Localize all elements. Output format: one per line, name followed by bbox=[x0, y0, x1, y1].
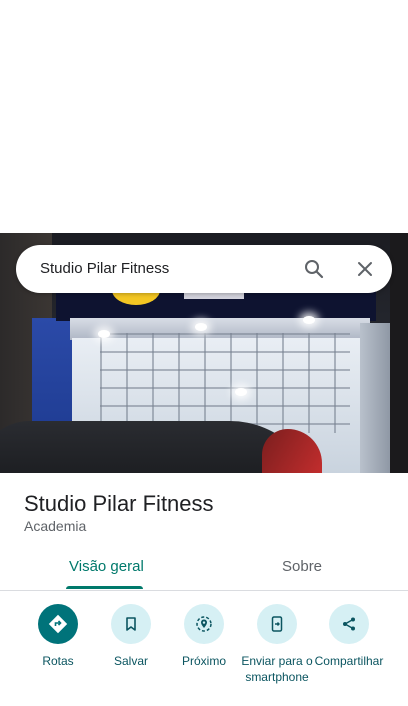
map-blank-area bbox=[0, 0, 408, 233]
tab-about[interactable]: Sobre bbox=[282, 558, 322, 575]
nearby-button[interactable]: Próximo bbox=[168, 604, 240, 669]
directions-label: Rotas bbox=[42, 654, 74, 668]
close-icon[interactable] bbox=[353, 257, 377, 281]
directions-button[interactable]: Rotas bbox=[22, 604, 94, 669]
photo-edge bbox=[390, 233, 408, 473]
photo-light bbox=[195, 323, 207, 331]
place-tabs: Visão geral Sobre bbox=[0, 545, 408, 591]
share-label: Compartilhar bbox=[314, 654, 384, 668]
nearby-icon bbox=[184, 604, 224, 644]
share-icon bbox=[329, 604, 369, 644]
save-button[interactable]: Salvar bbox=[95, 604, 167, 669]
bookmark-icon bbox=[111, 604, 151, 644]
photo-light bbox=[98, 330, 110, 338]
tab-overview[interactable]: Visão geral bbox=[69, 558, 144, 575]
send-to-phone-icon bbox=[257, 604, 297, 644]
share-button[interactable]: Compartilhar bbox=[313, 604, 385, 669]
search-bar[interactable]: Studio Pilar Fitness bbox=[16, 245, 392, 293]
search-query[interactable]: Studio Pilar Fitness bbox=[40, 260, 169, 277]
photo-window-grid bbox=[100, 333, 350, 433]
directions-icon bbox=[38, 604, 78, 644]
send-to-phone-button[interactable]: Enviar para o smartphone bbox=[241, 604, 313, 685]
tab-indicator bbox=[66, 586, 143, 589]
send-to-phone-label: Enviar para o smartphone bbox=[241, 654, 313, 684]
save-label: Salvar bbox=[113, 654, 148, 668]
photo-pillar bbox=[360, 323, 390, 473]
photo-light bbox=[235, 388, 247, 396]
nearby-label: Próximo bbox=[181, 654, 226, 668]
search-icon[interactable] bbox=[302, 257, 326, 281]
place-category: Academia bbox=[24, 518, 87, 534]
photo-light bbox=[303, 316, 315, 324]
place-title: Studio Pilar Fitness bbox=[24, 491, 214, 516]
